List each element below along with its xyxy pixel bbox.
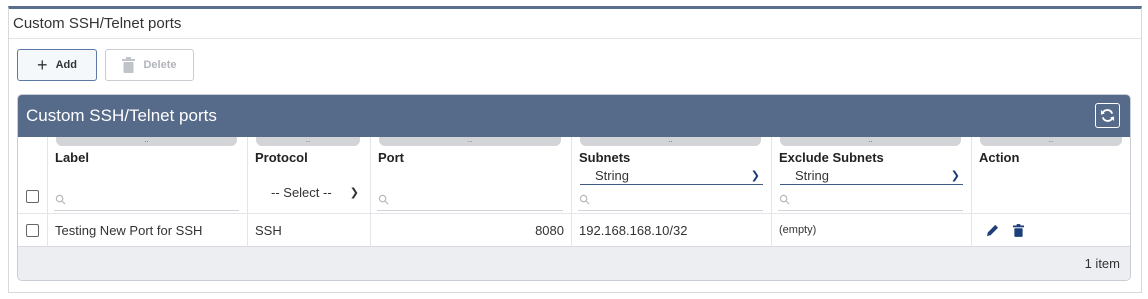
column-action: .. Action [972,136,1130,213]
cell-port: 8080 [371,214,572,247]
column-exclude-subnets: .. Exclude Subnets String ❯ [772,136,972,213]
table-row[interactable]: Testing New Port for SSH SSH 8080 192.16… [18,213,1130,247]
pencil-icon[interactable] [986,224,999,237]
protocol-select-value: -- Select -- [271,184,332,200]
column-drag-handle[interactable]: .. [56,136,237,146]
column-label: .. Label [48,136,248,213]
subnets-filter-input[interactable] [578,194,763,211]
item-count: 1 item [1084,256,1120,271]
chevron-down-icon: ❯ [750,169,760,182]
refresh-icon [1100,109,1115,122]
cell-exclude-subnets: (empty) [772,214,972,247]
cell-actions [972,214,1130,247]
row-checkbox[interactable] [26,224,39,237]
cell-subnets: 192.168.168.10/32 [572,214,772,247]
search-icon [579,194,590,205]
trash-icon[interactable] [1013,224,1024,237]
column-header-subnets[interactable]: Subnets [579,150,630,165]
row-select-cell [18,214,48,247]
grid-header: Custom SSH/Telnet ports [18,95,1130,137]
subnets-select-value: String [595,167,629,183]
column-header-port[interactable]: Port [378,150,404,165]
column-drag-handle[interactable]: .. [580,136,761,146]
ports-grid: Custom SSH/Telnet ports .. Label .. Prot… [17,94,1131,281]
port-filter-input[interactable] [377,194,563,211]
column-header-label[interactable]: Label [55,150,89,165]
cell-protocol: SSH [248,214,371,247]
chevron-down-icon: ❯ [349,186,359,199]
protocol-filter-select[interactable]: -- Select -- ❯ [256,182,362,202]
subnets-operator-select[interactable]: String ❯ [580,166,763,185]
trash-icon [122,57,136,73]
search-icon [378,194,389,205]
column-header-exclude-subnets[interactable]: Exclude Subnets [779,150,884,165]
column-port: .. Port [371,136,572,213]
exclude-subnets-operator-select[interactable]: String ❯ [780,166,963,185]
chevron-down-icon: ❯ [950,169,960,182]
select-all-column [18,137,48,213]
column-drag-handle[interactable]: .. [256,136,360,146]
column-header-protocol[interactable]: Protocol [255,150,308,165]
delete-button[interactable]: Delete [105,49,194,81]
column-subnets: .. Subnets String ❯ [572,136,772,213]
column-drag-handle[interactable]: .. [780,136,961,146]
column-drag-handle[interactable]: .. [980,136,1122,146]
cell-label: Testing New Port for SSH [48,214,248,247]
search-icon [779,194,790,205]
column-header-action: Action [979,150,1020,165]
add-button[interactable]: + Add [17,49,97,81]
plus-icon: + [37,55,48,75]
refresh-button[interactable] [1095,103,1120,128]
grid-title: Custom SSH/Telnet ports [26,106,217,125]
panel-title: Custom SSH/Telnet ports [9,9,1141,39]
exclude-subnets-filter-input[interactable] [778,194,963,211]
column-drag-handle[interactable]: .. [379,136,561,146]
search-icon [55,194,66,205]
add-button-label: Add [55,59,77,71]
delete-button-label: Delete [143,59,177,71]
exclude-subnets-select-value: String [795,167,829,183]
column-protocol: .. Protocol -- Select -- ❯ [248,136,371,213]
grid-footer: 1 item [18,247,1130,280]
select-all-checkbox[interactable] [26,190,39,203]
label-filter-input[interactable] [54,194,239,211]
